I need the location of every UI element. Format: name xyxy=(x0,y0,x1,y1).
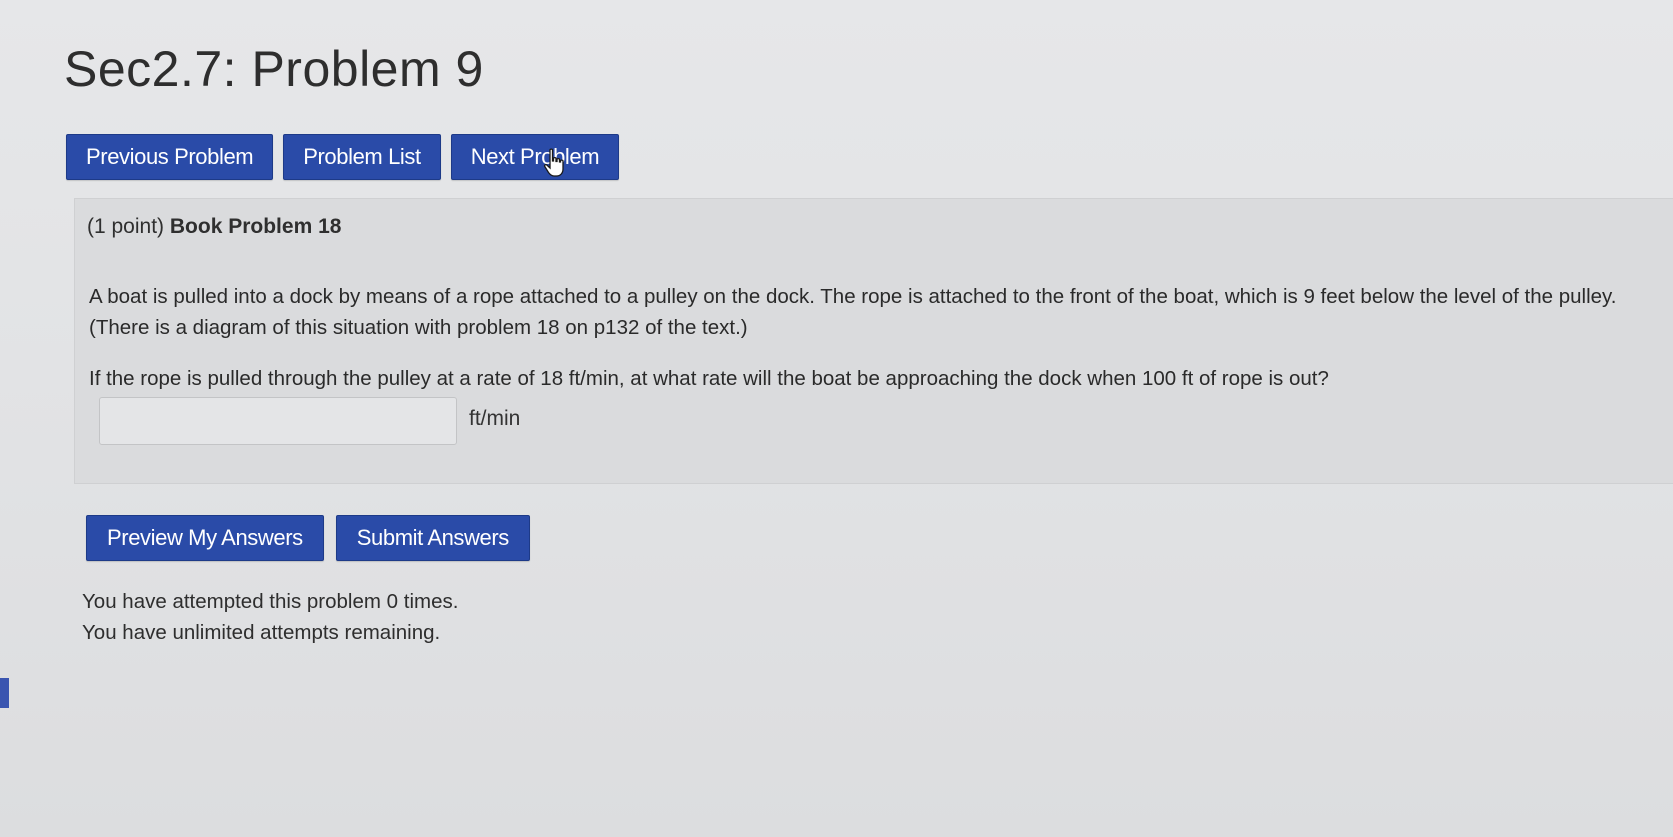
problem-statement: A boat is pulled into a dock by means of… xyxy=(89,285,1617,339)
preview-answers-button[interactable]: Preview My Answers xyxy=(86,515,324,561)
problem-points: (1 point) xyxy=(87,215,165,238)
answer-unit-label: ft/min xyxy=(469,407,521,430)
problem-header: (1 point) Book Problem 18 xyxy=(87,215,341,239)
next-problem-button[interactable]: Next Problem xyxy=(450,134,620,180)
previous-problem-button[interactable]: Previous Problem xyxy=(66,134,274,180)
answer-actions: Preview My Answers Submit Answers xyxy=(86,515,530,561)
problem-panel: (1 point) Book Problem 18 A boat is pull… xyxy=(74,198,1673,484)
answer-input[interactable] xyxy=(99,397,457,445)
page-title: Sec2.7: Problem 9 xyxy=(64,41,484,97)
problem-list-button[interactable]: Problem List xyxy=(283,134,441,180)
hand-pointer-icon xyxy=(543,148,564,177)
submit-answers-button[interactable]: Submit Answers xyxy=(335,515,530,561)
problem-source: Book Problem 18 xyxy=(169,215,342,238)
problem-question: If the rope is pulled through the pulley… xyxy=(89,367,1329,390)
attempts-info: You have attempted this problem 0 times.… xyxy=(82,586,458,648)
left-edge-marker xyxy=(0,678,9,708)
attempts-count-text: You have attempted this problem 0 times. xyxy=(82,590,459,613)
attempts-remaining-text: You have unlimited attempts remaining. xyxy=(82,621,441,644)
problem-navigation: Previous Problem Problem List Next Probl… xyxy=(66,134,620,180)
